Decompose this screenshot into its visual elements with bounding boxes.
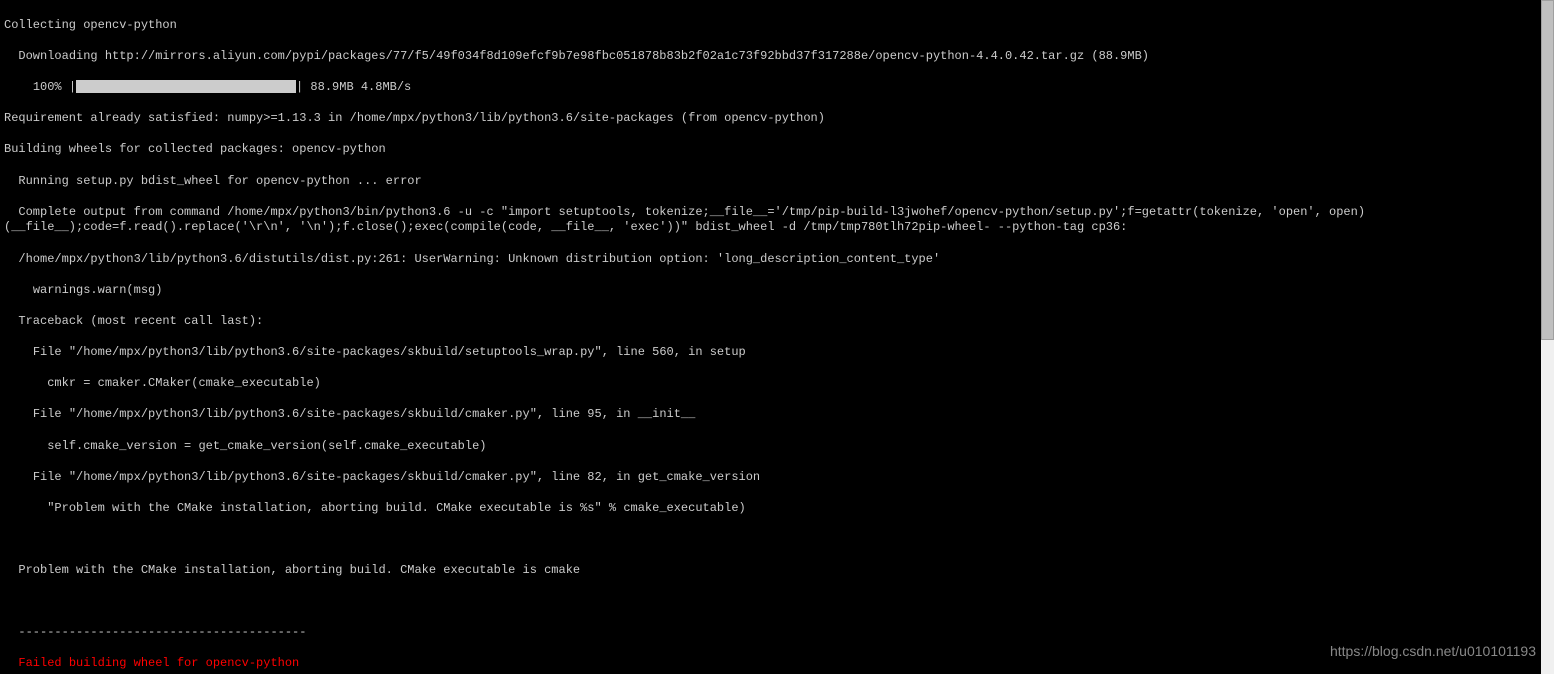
output-line: Collecting opencv-python [4,18,1537,34]
output-line: Building wheels for collected packages: … [4,142,1537,158]
output-line: Complete output from command /home/mpx/p… [4,205,1537,236]
output-line: File "/home/mpx/python3/lib/python3.6/si… [4,345,1537,361]
output-line: Running setup.py bdist_wheel for opencv-… [4,174,1537,190]
output-line: Requirement already satisfied: numpy>=1.… [4,111,1537,127]
output-line: cmkr = cmaker.CMaker(cmake_executable) [4,376,1537,392]
progress-stats: | 88.9MB 4.8MB/s [296,80,411,94]
progress-percent: 100% | [4,80,76,94]
progress-line: 100% | | 88.9MB 4.8MB/s [4,80,1537,96]
progress-bar [76,80,296,93]
watermark-text: https://blog.csdn.net/u010101193 [1330,642,1536,660]
output-line: "Problem with the CMake installation, ab… [4,501,1537,517]
output-line: /home/mpx/python3/lib/python3.6/distutil… [4,252,1537,268]
output-line [4,532,1537,547]
output-line: File "/home/mpx/python3/lib/python3.6/si… [4,470,1537,486]
output-line: ---------------------------------------- [4,625,1537,641]
output-line [4,594,1537,609]
output-line: warnings.warn(msg) [4,283,1537,299]
output-line: Downloading http://mirrors.aliyun.com/py… [4,49,1537,65]
terminal-output[interactable]: Collecting opencv-python Downloading htt… [0,0,1541,674]
output-line: File "/home/mpx/python3/lib/python3.6/si… [4,407,1537,423]
vertical-scrollbar[interactable] [1541,0,1554,674]
output-line: Traceback (most recent call last): [4,314,1537,330]
error-line: Failed building wheel for opencv-python [4,656,1537,672]
scrollbar-thumb[interactable] [1541,0,1554,340]
output-line: self.cmake_version = get_cmake_version(s… [4,439,1537,455]
output-line: Problem with the CMake installation, abo… [4,563,1537,579]
